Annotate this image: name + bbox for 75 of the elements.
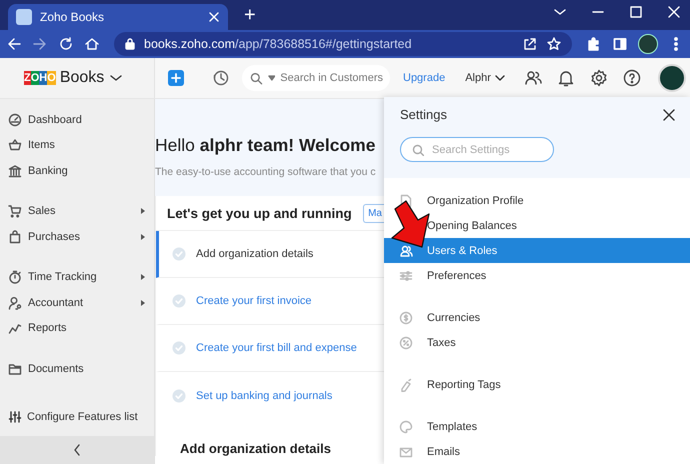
check-circle-icon xyxy=(172,388,186,402)
settings-icon[interactable] xyxy=(590,69,608,87)
welcome-heading: Hello alphr team! Welcome xyxy=(155,135,376,156)
forward-icon[interactable] xyxy=(32,36,48,52)
upgrade-link[interactable]: Upgrade xyxy=(403,72,446,84)
settings-item[interactable]: Emails xyxy=(384,439,690,464)
address-bar[interactable]: books.zoho.com/app/783688516#/gettingstarted xyxy=(114,32,572,56)
settings-item[interactable]: Reporting Tags xyxy=(384,372,690,397)
sidebar-item[interactable]: Banking xyxy=(0,158,154,184)
tag-icon xyxy=(399,378,413,392)
maximize-icon[interactable] xyxy=(628,4,644,20)
panel-title: Settings xyxy=(400,107,447,122)
person-icon xyxy=(8,296,22,310)
share-icon[interactable] xyxy=(522,36,538,52)
zoho-logo: ZOHO xyxy=(24,71,56,85)
percent-icon xyxy=(399,336,413,350)
lock-icon xyxy=(124,37,136,51)
dollar-icon xyxy=(399,310,413,324)
close-icon[interactable] xyxy=(666,4,682,20)
configure-features-link[interactable]: Configure Features list xyxy=(0,403,154,431)
users-icon[interactable] xyxy=(524,69,542,87)
check-circle-icon xyxy=(172,341,186,355)
new-tab-button[interactable]: + xyxy=(240,5,260,25)
check-circle-icon xyxy=(172,294,186,308)
sidebar-item[interactable]: Reports xyxy=(0,316,154,341)
reload-icon[interactable] xyxy=(58,36,74,52)
sidebar-item[interactable]: Items xyxy=(0,132,154,158)
subtitle: The easy-to-use accounting software that you c xyxy=(155,166,377,178)
help-icon[interactable] xyxy=(622,69,641,87)
settings-item[interactable]: Preferences xyxy=(384,263,690,288)
product-name: Books xyxy=(60,69,104,87)
stopwatch-icon xyxy=(8,270,22,284)
folder-icon xyxy=(8,362,22,376)
home-icon[interactable] xyxy=(84,36,100,52)
url-text: books.zoho.com/app/783688516#/gettingstarted xyxy=(144,37,413,51)
settings-item[interactable]: Currencies xyxy=(384,305,690,330)
sidebar-item[interactable]: Purchases xyxy=(0,224,154,250)
settings-item[interactable]: Users & Roles xyxy=(384,238,690,263)
users-icon xyxy=(399,244,413,258)
caret-icon[interactable] xyxy=(268,74,276,82)
close-icon[interactable] xyxy=(662,108,676,122)
settings-item[interactable]: Taxes xyxy=(384,330,690,355)
search-icon xyxy=(249,71,263,85)
avatar[interactable] xyxy=(658,64,686,92)
browser-tab[interactable]: Zoho Books xyxy=(8,4,228,30)
sidebar-icon[interactable] xyxy=(612,36,628,52)
organization-menu[interactable]: Alphr xyxy=(465,72,506,84)
sidebar-item[interactable]: Sales xyxy=(0,198,154,224)
bag-icon xyxy=(8,230,22,244)
setup-step[interactable]: Set up banking and journals xyxy=(156,372,384,419)
search-field[interactable]: Search in Customers xyxy=(242,65,390,91)
sidebar-item[interactable]: Time Tracking xyxy=(0,264,154,290)
sidebar-item[interactable]: Accountant xyxy=(0,290,154,316)
search-icon xyxy=(411,143,424,156)
bank-icon xyxy=(8,164,22,178)
history-icon[interactable] xyxy=(212,69,230,87)
manage-button[interactable]: Ma xyxy=(363,204,384,222)
basket-icon xyxy=(8,138,22,152)
check-circle-icon xyxy=(172,247,186,261)
settings-item[interactable]: Opening Balances xyxy=(384,213,690,238)
back-icon[interactable] xyxy=(6,36,22,52)
sliders-icon xyxy=(399,268,413,282)
sliders-icon xyxy=(8,410,22,424)
favicon-icon xyxy=(16,9,32,25)
settings-item[interactable]: Templates xyxy=(384,414,690,439)
card-title: Let's get you up and running xyxy=(167,206,352,220)
section-title: Add organization details xyxy=(179,440,332,456)
avatar[interactable] xyxy=(638,34,658,54)
cart-icon xyxy=(8,204,22,218)
bell-icon[interactable] xyxy=(556,69,575,87)
sidebar-item[interactable]: Documents xyxy=(0,356,154,382)
add-icon[interactable] xyxy=(168,70,184,86)
star-icon[interactable] xyxy=(546,36,562,52)
sidebar-item[interactable]: Dashboard xyxy=(0,107,154,132)
gauge-icon xyxy=(8,112,22,127)
